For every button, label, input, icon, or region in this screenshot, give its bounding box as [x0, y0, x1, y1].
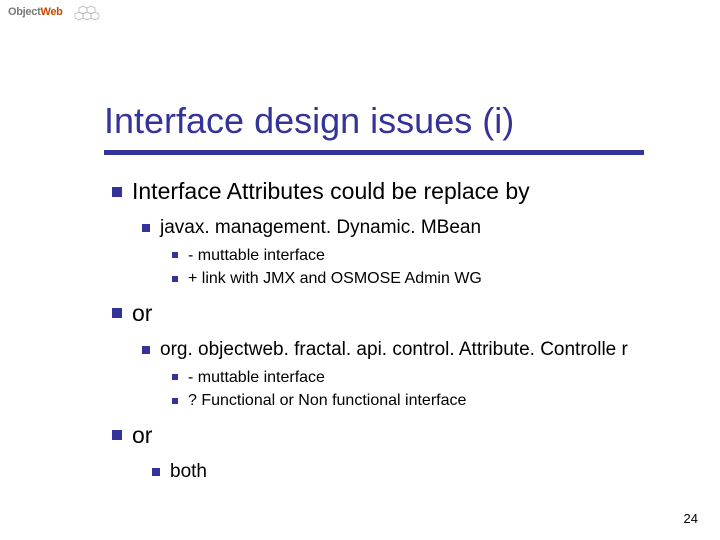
logo-part2: Web	[40, 6, 62, 18]
title-underline	[104, 150, 644, 155]
bullet-text: org. objectweb. fractal. api. control. A…	[160, 339, 628, 360]
bullet-text: + link with JMX and OSMOSE Admin WG	[188, 270, 482, 287]
logo-text: ObjectWeb	[8, 6, 63, 18]
bullet-icon	[142, 346, 150, 354]
slide-title: Interface design issues (i)	[104, 100, 644, 142]
bullet-l1: or	[112, 420, 692, 451]
bullet-l2: javax. management. Dynamic. MBean	[142, 215, 692, 241]
bullet-l3: ? Functional or Non functional interface	[172, 390, 692, 412]
bullet-icon	[152, 468, 160, 476]
bullet-text: or	[132, 422, 152, 448]
bullet-text: Interface Attributes could be replace by	[132, 178, 530, 204]
bullet-text: - muttable interface	[188, 247, 325, 264]
bullet-icon	[172, 252, 178, 258]
bullet-icon	[172, 276, 178, 282]
title-block: Interface design issues (i)	[104, 100, 644, 155]
body-content: Interface Attributes could be replace by…	[112, 176, 692, 488]
bullet-l2: org. objectweb. fractal. api. control. A…	[142, 337, 692, 363]
logo-hex-icon	[72, 4, 102, 28]
bullet-l2: both	[152, 459, 692, 485]
bullet-icon	[172, 398, 178, 404]
bullet-l1: Interface Attributes could be replace by	[112, 176, 692, 207]
bullet-text: ? Functional or Non functional interface	[188, 392, 466, 409]
slide: ObjectWeb Interface design issues (i) In…	[0, 0, 720, 540]
bullet-icon	[172, 374, 178, 380]
bullet-text: javax. management. Dynamic. MBean	[160, 217, 481, 238]
bullet-icon	[112, 430, 122, 440]
bullet-text: or	[132, 300, 152, 326]
bullet-l1: or	[112, 298, 692, 329]
bullet-icon	[112, 308, 122, 318]
bullet-text: both	[170, 461, 207, 482]
bullet-icon	[112, 187, 122, 197]
slide-number: 24	[684, 511, 698, 526]
bullet-l3: - muttable interface	[172, 367, 692, 389]
bullet-l3: + link with JMX and OSMOSE Admin WG	[172, 268, 692, 290]
bullet-text: - muttable interface	[188, 369, 325, 386]
bullet-l3: - muttable interface	[172, 245, 692, 267]
logo-part1: Object	[8, 6, 40, 18]
bullet-icon	[142, 224, 150, 232]
